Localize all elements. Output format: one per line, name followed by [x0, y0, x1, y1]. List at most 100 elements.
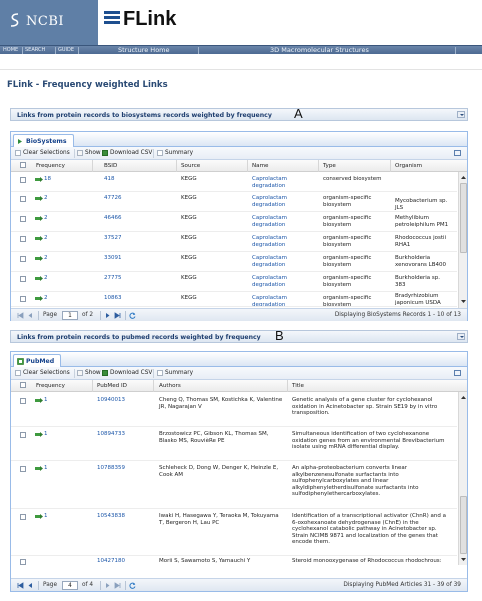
tab-pubmed[interactable]: PubMed — [13, 354, 62, 367]
table-row[interactable]: 2 27775 KEGG Caprolactam degradation org… — [11, 273, 457, 292]
row-checkbox[interactable] — [20, 514, 26, 520]
frequency-value[interactable]: 2 — [44, 215, 48, 222]
table-row[interactable]: 2 10863 KEGG Caprolactam degradation org… — [11, 293, 457, 307]
nav-home[interactable]: HOME — [3, 47, 18, 53]
scroll-down-icon[interactable] — [460, 556, 467, 563]
help-icon[interactable] — [454, 370, 461, 376]
name-link[interactable]: Caprolactam degradation — [252, 176, 314, 189]
next-page-icon[interactable] — [104, 582, 111, 589]
nav-3d-structures[interactable]: 3D Macromolecular Structures — [270, 46, 369, 54]
pubmed-id-link[interactable]: 10788359 — [97, 465, 125, 472]
section-b-header[interactable]: Links from protein records to pubmed rec… — [10, 328, 468, 343]
prev-page-icon[interactable] — [27, 312, 34, 319]
show-button[interactable]: Show — [77, 150, 101, 156]
col-name[interactable]: Name — [252, 163, 269, 169]
select-all-checkbox[interactable] — [20, 162, 26, 168]
pubmed-id-link[interactable]: 10427180 — [97, 558, 125, 565]
next-page-icon[interactable] — [104, 312, 111, 319]
name-link[interactable]: Caprolactam degradation — [252, 295, 314, 306]
summary-button[interactable]: Summary — [157, 370, 193, 376]
clear-selections-button[interactable]: Clear Selections — [15, 370, 70, 376]
frequency-value[interactable]: 1 — [44, 397, 48, 404]
name-link[interactable]: Caprolactam degradation — [252, 215, 314, 228]
table-row[interactable]: 10427180 Morii S, Sawamoto S, Yamauchi Y… — [11, 557, 457, 565]
clear-selections-button[interactable]: Clear Selections — [15, 150, 70, 156]
scroll-thumb[interactable] — [460, 183, 467, 253]
row-checkbox[interactable] — [20, 236, 26, 242]
page-number-input[interactable]: 1 — [62, 311, 78, 320]
col-frequency[interactable]: Frequency — [36, 163, 65, 169]
prev-page-icon[interactable] — [27, 582, 34, 589]
table-row[interactable]: 1 10940013 Cheng Q, Thomas SM, Kostichka… — [11, 394, 457, 427]
bsid-link[interactable]: 27775 — [104, 275, 122, 282]
row-checkbox[interactable] — [20, 398, 26, 404]
col-bsid[interactable]: BSID — [104, 163, 117, 169]
download-csv-button[interactable]: Download CSV — [102, 370, 152, 376]
pubmed-id-link[interactable]: 10543838 — [97, 513, 125, 520]
first-page-icon[interactable] — [17, 582, 24, 589]
scroll-thumb[interactable] — [460, 496, 467, 554]
row-checkbox[interactable] — [20, 559, 26, 565]
row-checkbox[interactable] — [20, 177, 26, 183]
nav-guide[interactable]: GUIDE — [58, 47, 74, 53]
frequency-value[interactable]: 1 — [44, 431, 48, 438]
table-row[interactable]: 2 37527 KEGG Caprolactam degradation org… — [11, 233, 457, 252]
scroll-down-icon[interactable] — [460, 298, 467, 305]
bsid-link[interactable]: 10863 — [104, 295, 122, 302]
pubmed-id-link[interactable]: 10894733 — [97, 431, 125, 438]
frequency-value[interactable]: 1 — [44, 513, 48, 520]
col-frequency[interactable]: Frequency — [36, 383, 65, 389]
name-link[interactable]: Caprolactam degradation — [252, 235, 314, 248]
col-organism[interactable]: Organism — [395, 163, 422, 169]
table-row[interactable]: 2 46466 KEGG Caprolactam degradation org… — [11, 213, 457, 232]
scroll-up-icon[interactable] — [460, 394, 467, 401]
table-row[interactable]: 1 10788359 Schleheck D, Dong W, Denger K… — [11, 462, 457, 509]
name-link[interactable]: Caprolactam degradation — [252, 255, 314, 268]
biosystems-scrollbar[interactable] — [458, 172, 467, 308]
frequency-value[interactable]: 1 — [44, 465, 48, 472]
scroll-up-icon[interactable] — [460, 174, 467, 181]
pubmed-scrollbar[interactable] — [458, 392, 467, 565]
name-link[interactable]: Caprolactam degradation — [252, 275, 314, 288]
frequency-value[interactable]: 2 — [44, 235, 48, 242]
bsid-link[interactable]: 33091 — [104, 255, 122, 262]
row-checkbox[interactable] — [20, 296, 26, 302]
first-page-icon[interactable] — [17, 312, 24, 319]
frequency-value[interactable]: 2 — [44, 195, 48, 202]
row-checkbox[interactable] — [20, 216, 26, 222]
row-checkbox[interactable] — [20, 256, 26, 262]
col-authors[interactable]: Authors — [159, 383, 181, 389]
nav-structure-home[interactable]: Structure Home — [118, 46, 170, 54]
bsid-link[interactable]: 46466 — [104, 215, 122, 222]
ncbi-banner[interactable]: NCBI — [0, 0, 98, 45]
col-type[interactable]: Type — [323, 163, 336, 169]
last-page-icon[interactable] — [114, 582, 121, 589]
section-b-collapse-button[interactable] — [457, 333, 465, 340]
summary-button[interactable]: Summary — [157, 150, 193, 156]
col-pubmed-id[interactable]: PubMed ID — [97, 383, 127, 389]
frequency-value[interactable]: 2 — [44, 255, 48, 262]
row-checkbox[interactable] — [20, 466, 26, 472]
table-row[interactable]: 2 47726 KEGG Caprolactam degradation org… — [11, 193, 457, 212]
nav-search[interactable]: SEARCH — [25, 47, 45, 53]
name-link[interactable]: Caprolactam degradation — [252, 195, 314, 208]
bsid-link[interactable]: 47726 — [104, 195, 122, 202]
row-checkbox[interactable] — [20, 432, 26, 438]
refresh-icon[interactable] — [129, 312, 136, 319]
frequency-value[interactable]: 2 — [44, 295, 48, 302]
tab-biosystems[interactable]: BioSystems — [13, 134, 74, 147]
frequency-value[interactable]: 18 — [44, 176, 51, 183]
page-number-input[interactable]: 4 — [62, 581, 78, 590]
help-icon[interactable] — [454, 150, 461, 156]
table-row[interactable]: 1 10543838 Iwaki H, Hasegawa Y, Teraoka … — [11, 510, 457, 556]
last-page-icon[interactable] — [114, 312, 121, 319]
row-checkbox[interactable] — [20, 196, 26, 202]
refresh-icon[interactable] — [129, 582, 136, 589]
table-row[interactable]: 2 33091 KEGG Caprolactam degradation org… — [11, 253, 457, 272]
table-row[interactable]: 18 418 KEGG Caprolactam degradation cons… — [11, 174, 457, 192]
select-all-checkbox[interactable] — [20, 382, 26, 388]
section-a-header[interactable]: Links from protein records to biosystems… — [10, 106, 468, 121]
col-source[interactable]: Source — [181, 163, 200, 169]
table-row[interactable]: 1 10894733 Brzostowicz PC, Gibson KL, Th… — [11, 428, 457, 461]
bsid-link[interactable]: 418 — [104, 176, 115, 183]
